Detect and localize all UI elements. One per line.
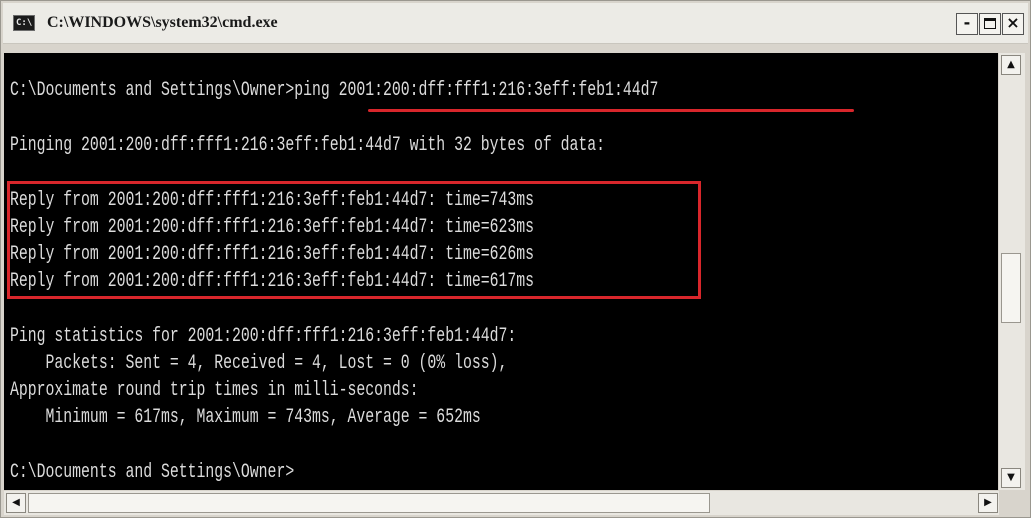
close-button[interactable]: × <box>1002 13 1024 35</box>
console-app-icon[interactable]: C:\ <box>13 15 35 31</box>
console-line-pinging: Pinging 2001:200:dff:fff1:216:3eff:feb1:… <box>10 134 606 157</box>
console-line-packets: Packets: Sent = 4, Received = 4, Lost = … <box>10 352 508 375</box>
scroll-up-button[interactable]: ▲ <box>1001 55 1021 75</box>
maximize-button[interactable] <box>979 13 1001 35</box>
console-icon-label: C:\ <box>16 18 33 28</box>
vertical-scrollbar[interactable]: ▲ ▼ <box>999 53 1025 490</box>
scroll-left-button[interactable]: ◀ <box>6 493 26 513</box>
horizontal-scroll-thumb[interactable] <box>28 493 710 513</box>
console-line-rtt-values: Minimum = 617ms, Maximum = 743ms, Averag… <box>10 406 481 429</box>
console-line-prompt: C:\Documents and Settings\Owner> <box>10 461 295 484</box>
maximize-icon <box>984 18 996 29</box>
cmd-window: C:\ C:\WINDOWS\system32\cmd.exe - × C:\D… <box>0 0 1031 518</box>
console-line-command: C:\Documents and Settings\Owner>ping 200… <box>10 79 659 102</box>
scrollbar-corner <box>999 491 1025 515</box>
console-line-stats-header: Ping statistics for 2001:200:dff:fff1:21… <box>10 325 517 348</box>
command-underline-annotation <box>368 109 854 112</box>
title-bar[interactable]: C:\ C:\WINDOWS\system32\cmd.exe - × <box>3 3 1028 44</box>
scroll-right-button[interactable]: ▶ <box>978 493 998 513</box>
replies-box-annotation <box>7 181 701 299</box>
minimize-button[interactable]: - <box>956 13 978 35</box>
window-title: C:\WINDOWS\system32\cmd.exe <box>47 14 278 31</box>
console-output[interactable]: C:\Documents and Settings\Owner>ping 200… <box>4 53 998 490</box>
console-line-rtt-header: Approximate round trip times in milli-se… <box>10 379 419 402</box>
scroll-down-button[interactable]: ▼ <box>1001 468 1021 488</box>
horizontal-scrollbar[interactable]: ◀ ▶ <box>4 491 999 515</box>
vertical-scroll-thumb[interactable] <box>1001 253 1021 323</box>
